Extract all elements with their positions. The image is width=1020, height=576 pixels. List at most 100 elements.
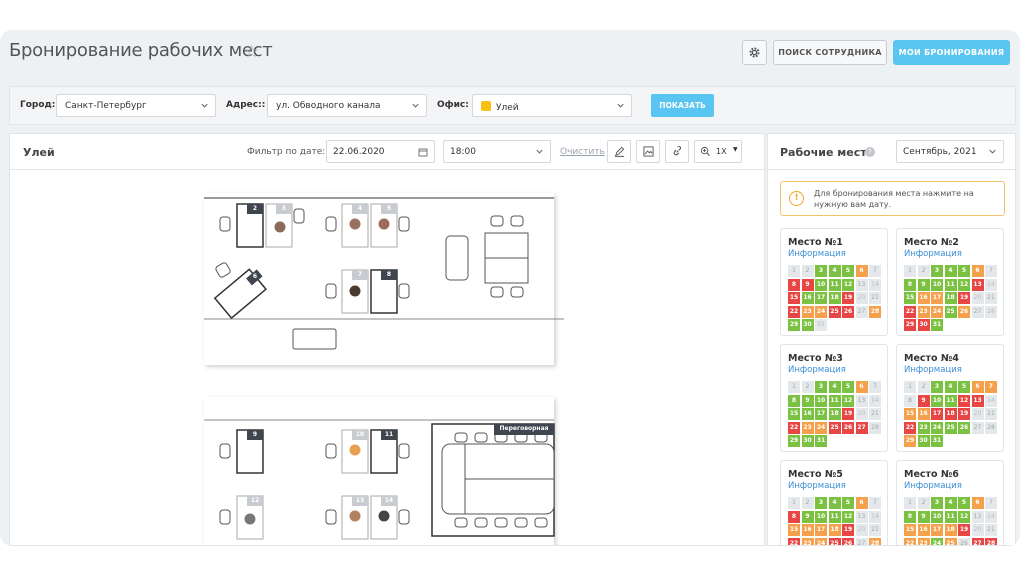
- image-button[interactable]: [636, 140, 660, 163]
- calendar-day[interactable]: 18: [828, 292, 841, 304]
- calendar-day[interactable]: 26: [958, 421, 970, 434]
- calendar-day[interactable]: 8: [788, 278, 800, 291]
- calendar-day[interactable]: 6: [855, 497, 868, 509]
- calendar-day[interactable]: 9: [917, 394, 930, 407]
- calendar-day[interactable]: 22: [904, 421, 916, 434]
- calendar-day[interactable]: 5: [842, 497, 854, 509]
- calendar-day[interactable]: 17: [815, 524, 827, 536]
- calendar-day[interactable]: 5: [958, 381, 970, 393]
- calendar-day[interactable]: 29: [904, 435, 916, 447]
- calendar-day[interactable]: 16: [917, 408, 930, 420]
- calendar-day[interactable]: 30: [801, 435, 814, 447]
- calendar-day[interactable]: 10: [815, 278, 827, 291]
- calendar-day[interactable]: 17: [931, 292, 943, 304]
- calendar-day[interactable]: 17: [931, 524, 943, 536]
- edit-button[interactable]: [607, 140, 631, 163]
- calendar-day[interactable]: 31: [815, 435, 827, 447]
- calendar-day[interactable]: 10: [931, 278, 943, 291]
- address-select[interactable]: ул. Обводного канала: [267, 94, 427, 117]
- calendar-day[interactable]: 23: [801, 537, 814, 545]
- settings-button[interactable]: [742, 40, 767, 65]
- calendar-day[interactable]: 18: [828, 408, 841, 420]
- calendar-day[interactable]: 23: [917, 537, 930, 545]
- calendar-day[interactable]: 23: [917, 421, 930, 434]
- calendar-day[interactable]: 26: [842, 537, 854, 545]
- place-info-link[interactable]: Информация: [904, 365, 962, 375]
- place-card[interactable]: Место №2 Информация 1 2 3 4 5 6 7 8 9 10 11 12 13 14 15 1…: [896, 228, 1004, 336]
- calendar-day[interactable]: 11: [944, 278, 957, 291]
- calendar-day[interactable]: 8: [788, 510, 800, 523]
- calendar-day[interactable]: 8: [788, 394, 800, 407]
- calendar-day[interactable]: 23: [801, 305, 814, 318]
- link-button[interactable]: [665, 140, 689, 163]
- calendar-day[interactable]: 15: [904, 524, 916, 536]
- calendar-day[interactable]: 24: [931, 421, 943, 434]
- calendar-day[interactable]: 12: [958, 278, 970, 291]
- calendar-day[interactable]: 12: [842, 510, 854, 523]
- calendar-day[interactable]: 16: [801, 292, 814, 304]
- calendar-day[interactable]: 13: [971, 278, 984, 291]
- calendar-day[interactable]: 10: [931, 510, 943, 523]
- calendar-day[interactable]: 9: [801, 510, 814, 523]
- calendar-day[interactable]: 5: [958, 497, 970, 509]
- place-info-link[interactable]: Информация: [788, 481, 846, 491]
- calendar-day[interactable]: 22: [904, 305, 916, 318]
- calendar-day[interactable]: 22: [788, 305, 800, 318]
- calendar-day[interactable]: 11: [828, 394, 841, 407]
- calendar-day[interactable]: 26: [842, 421, 854, 434]
- calendar-day[interactable]: 5: [842, 381, 854, 393]
- place-info-link[interactable]: Информация: [788, 249, 846, 259]
- calendar-day[interactable]: 15: [788, 292, 800, 304]
- calendar-day[interactable]: 22: [788, 537, 800, 545]
- calendar-day[interactable]: 17: [815, 292, 827, 304]
- clear-link[interactable]: Очистить: [560, 147, 605, 157]
- calendar-day[interactable]: 12: [958, 394, 970, 407]
- place-info-link[interactable]: Информация: [904, 481, 962, 491]
- calendar-day[interactable]: 5: [842, 265, 854, 277]
- calendar-day[interactable]: 15: [904, 408, 916, 420]
- calendar-day[interactable]: 9: [801, 278, 814, 291]
- floor-plan[interactable]: 2 3 4 5 6 7 8 9 10 11 12 13 14 Переговор…: [10, 171, 764, 545]
- calendar-day[interactable]: 18: [944, 292, 957, 304]
- calendar-day[interactable]: 6: [971, 381, 984, 393]
- calendar-day[interactable]: 16: [917, 292, 930, 304]
- calendar-day[interactable]: 25: [944, 305, 957, 318]
- calendar-day[interactable]: 12: [842, 278, 854, 291]
- calendar-day[interactable]: 13: [971, 394, 984, 407]
- calendar-day[interactable]: 24: [815, 421, 827, 434]
- calendar-day[interactable]: 6: [971, 265, 984, 277]
- time-select[interactable]: 18:00: [443, 140, 551, 163]
- calendar-day[interactable]: 30: [801, 319, 814, 331]
- calendar-day[interactable]: 24: [931, 537, 943, 545]
- calendar-day[interactable]: 3: [931, 381, 943, 393]
- calendar-day[interactable]: 3: [931, 497, 943, 509]
- calendar-day[interactable]: 25: [828, 305, 841, 318]
- search-employee-button[interactable]: ПОИСК СОТРУДНИКА: [773, 40, 887, 65]
- city-select[interactable]: Санкт-Петербург: [56, 94, 216, 117]
- calendar-day[interactable]: 4: [944, 265, 957, 277]
- calendar-day[interactable]: 19: [842, 408, 854, 420]
- calendar-day[interactable]: 16: [801, 524, 814, 536]
- calendar-day[interactable]: 11: [944, 394, 957, 407]
- calendar-day[interactable]: 24: [931, 305, 943, 318]
- calendar-day[interactable]: 12: [842, 394, 854, 407]
- place-card[interactable]: Место №5 Информация 1 2 3 4 5 6 7 8 9 10 11 12 13 14 15 1…: [780, 460, 888, 545]
- calendar-day[interactable]: 24: [815, 305, 827, 318]
- calendar-day[interactable]: 17: [815, 408, 827, 420]
- calendar-day[interactable]: 25: [944, 537, 957, 545]
- calendar-day[interactable]: 5: [958, 265, 970, 277]
- calendar-day[interactable]: 3: [931, 265, 943, 277]
- calendar-day[interactable]: 3: [815, 381, 827, 393]
- calendar-day[interactable]: 4: [828, 381, 841, 393]
- calendar-day[interactable]: 23: [917, 305, 930, 318]
- star-icon[interactable]: ☆: [244, 42, 259, 62]
- calendar-day[interactable]: 10: [815, 510, 827, 523]
- place-info-link[interactable]: Информация: [904, 249, 962, 259]
- calendar-day[interactable]: 17: [931, 408, 943, 420]
- calendar-day[interactable]: 26: [842, 305, 854, 318]
- calendar-day[interactable]: 19: [958, 524, 970, 536]
- calendar-day[interactable]: 30: [917, 319, 930, 331]
- calendar-day[interactable]: 19: [958, 292, 970, 304]
- calendar-day[interactable]: 4: [828, 265, 841, 277]
- calendar-day[interactable]: 27: [855, 421, 868, 434]
